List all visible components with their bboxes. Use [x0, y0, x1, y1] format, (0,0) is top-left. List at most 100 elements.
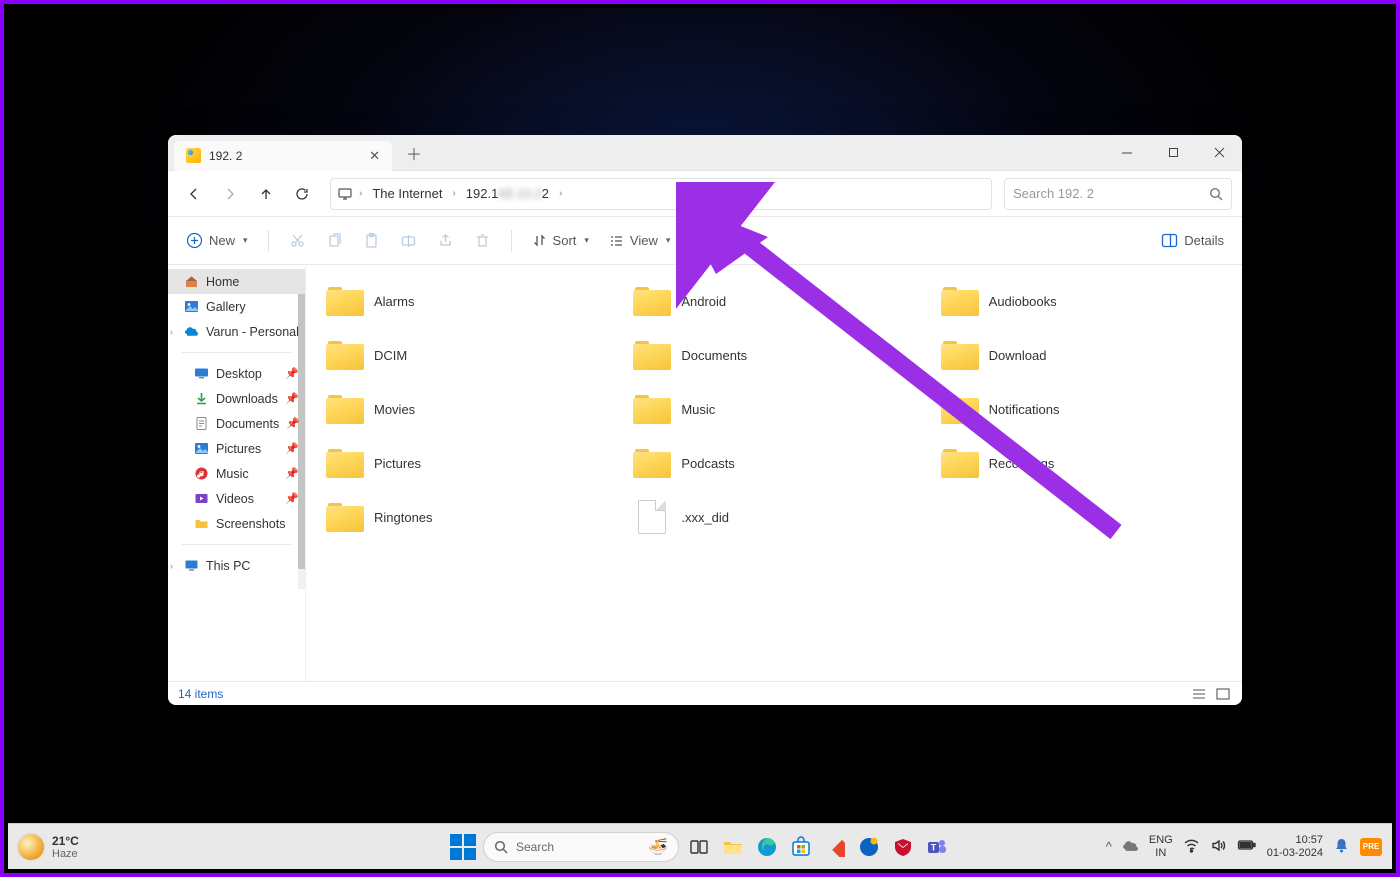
pin-icon[interactable]: 📌 — [286, 417, 300, 430]
home-icon — [184, 274, 199, 289]
sidebar-item-thispc[interactable]: › This PC — [168, 553, 305, 578]
new-tab-button[interactable]: ＋ — [406, 141, 422, 165]
view-button[interactable]: View▾ — [603, 229, 676, 252]
search-box[interactable]: Search 192. 2 — [1004, 178, 1232, 210]
address-bar[interactable]: › The Internet › 192.168.10.22 › — [330, 178, 992, 210]
tray-onedrive-icon[interactable] — [1122, 837, 1139, 857]
folder-item[interactable]: Notifications — [933, 383, 1230, 435]
folder-item[interactable]: Android — [625, 275, 922, 327]
folder-icon — [633, 285, 671, 317]
minimize-button[interactable] — [1104, 135, 1150, 171]
up-button[interactable] — [250, 178, 282, 210]
sort-button[interactable]: Sort▾ — [526, 229, 595, 252]
taskbar-weather[interactable]: 21°C Haze — [18, 834, 79, 860]
details-label: Details — [1184, 233, 1224, 248]
navigation-bar: › The Internet › 192.168.10.22 › Search … — [168, 171, 1242, 217]
chevron-right-icon[interactable]: › — [357, 188, 364, 199]
sidebar-item-desktop[interactable]: Desktop 📌 — [168, 361, 305, 386]
folder-icon — [326, 285, 364, 317]
breadcrumb-internet[interactable]: The Internet — [368, 186, 446, 201]
sidebar-item-music[interactable]: Music 📌 — [168, 461, 305, 486]
folder-item[interactable]: Movies — [318, 383, 615, 435]
pin-icon[interactable]: 📌 — [285, 367, 299, 380]
sidebar-item-videos[interactable]: Videos 📌 — [168, 486, 305, 511]
folder-item[interactable]: Recordings — [933, 437, 1230, 489]
folder-item[interactable]: Podcasts — [625, 437, 922, 489]
details-pane-button[interactable]: Details — [1155, 229, 1230, 252]
tray-notifications-icon[interactable] — [1333, 837, 1350, 857]
window-tab[interactable]: 192. 2 ✕ — [174, 141, 392, 171]
folder-item[interactable]: Music — [625, 383, 922, 435]
maximize-button[interactable] — [1150, 135, 1196, 171]
file-explorer-button[interactable] — [719, 833, 747, 861]
chevron-right-icon[interactable]: › — [170, 561, 173, 571]
copy-button[interactable] — [320, 228, 349, 253]
refresh-button[interactable] — [286, 178, 318, 210]
back-button[interactable] — [178, 178, 210, 210]
tray-app-badge[interactable]: PRE — [1360, 838, 1382, 856]
sidebar-label: Downloads — [216, 392, 278, 406]
sidebar-item-gallery[interactable]: Gallery — [168, 294, 305, 319]
search-icon — [1209, 187, 1223, 201]
titlebar: 192. 2 ✕ ＋ — [168, 135, 1242, 171]
teams-button[interactable]: T — [923, 833, 951, 861]
sidebar-item-onedrive[interactable]: › Varun - Personal — [168, 319, 305, 344]
taskbar-search[interactable]: Search 🍜 — [483, 832, 679, 862]
chevron-right-icon[interactable]: › — [450, 188, 457, 199]
close-tab-icon[interactable]: ✕ — [369, 148, 380, 164]
tray-overflow[interactable]: ^ — [1106, 839, 1112, 854]
edge-button[interactable] — [753, 833, 781, 861]
task-view-button[interactable] — [685, 833, 713, 861]
folder-item[interactable]: DCIM — [318, 329, 615, 381]
details-view-toggle[interactable] — [1190, 686, 1208, 702]
tray-time: 10:57 — [1267, 834, 1323, 847]
folder-label: Notifications — [989, 402, 1060, 417]
cut-button[interactable] — [283, 228, 312, 253]
folder-item[interactable]: Documents — [625, 329, 922, 381]
pin-icon[interactable]: 📌 — [285, 467, 299, 480]
close-window-button[interactable] — [1196, 135, 1242, 171]
sidebar-item-home[interactable]: Home — [168, 269, 305, 294]
chevron-right-icon[interactable]: › — [557, 188, 564, 199]
tray-wifi-icon[interactable] — [1183, 837, 1200, 857]
folder-item[interactable]: Download — [933, 329, 1230, 381]
tray-battery-icon[interactable] — [1237, 838, 1257, 855]
taskbar-center: Search 🍜 T — [449, 832, 951, 862]
file-item[interactable]: .xxx_did — [625, 491, 922, 543]
delete-button[interactable] — [468, 228, 497, 253]
sidebar-item-screenshots[interactable]: Screenshots — [168, 511, 305, 536]
tray-lang-1[interactable]: ENG — [1149, 834, 1173, 846]
folder-item[interactable]: Alarms — [318, 275, 615, 327]
folder-item[interactable]: Ringtones — [318, 491, 615, 543]
share-button[interactable] — [431, 228, 460, 253]
app-button-2[interactable] — [855, 833, 883, 861]
thumbnail-view-toggle[interactable] — [1214, 686, 1232, 702]
app-button-1[interactable] — [821, 833, 849, 861]
paste-button[interactable] — [357, 228, 386, 253]
tray-lang-2[interactable]: IN — [1149, 847, 1173, 859]
documents-icon — [194, 416, 209, 431]
tray-volume-icon[interactable] — [1210, 837, 1227, 857]
tray-clock[interactable]: 10:57 01-03-2024 — [1267, 834, 1323, 859]
pin-icon[interactable]: 📌 — [285, 442, 299, 455]
folder-label: Pictures — [374, 456, 421, 471]
plus-circle-icon — [186, 232, 203, 249]
folder-icon — [326, 393, 364, 425]
store-button[interactable] — [787, 833, 815, 861]
chevron-right-icon[interactable]: › — [170, 327, 173, 337]
sidebar-item-documents[interactable]: Documents 📌 — [168, 411, 305, 436]
pin-icon[interactable]: 📌 — [285, 492, 299, 505]
folder-item[interactable]: Audiobooks — [933, 275, 1230, 327]
breadcrumb-host[interactable]: 192.168.10.22 — [462, 186, 553, 201]
folder-item[interactable]: Pictures — [318, 437, 615, 489]
start-button[interactable] — [449, 833, 477, 861]
mcafee-button[interactable] — [889, 833, 917, 861]
sidebar-label: Pictures — [216, 442, 261, 456]
pin-icon[interactable]: 📌 — [285, 392, 299, 405]
forward-button[interactable] — [214, 178, 246, 210]
rename-button[interactable] — [394, 228, 423, 253]
sidebar-item-pictures[interactable]: Pictures 📌 — [168, 436, 305, 461]
files-area[interactable]: Alarms Android Audiobooks DCIM Documents… — [306, 265, 1242, 681]
sidebar-item-downloads[interactable]: Downloads 📌 — [168, 386, 305, 411]
new-button[interactable]: New▾ — [180, 228, 254, 253]
